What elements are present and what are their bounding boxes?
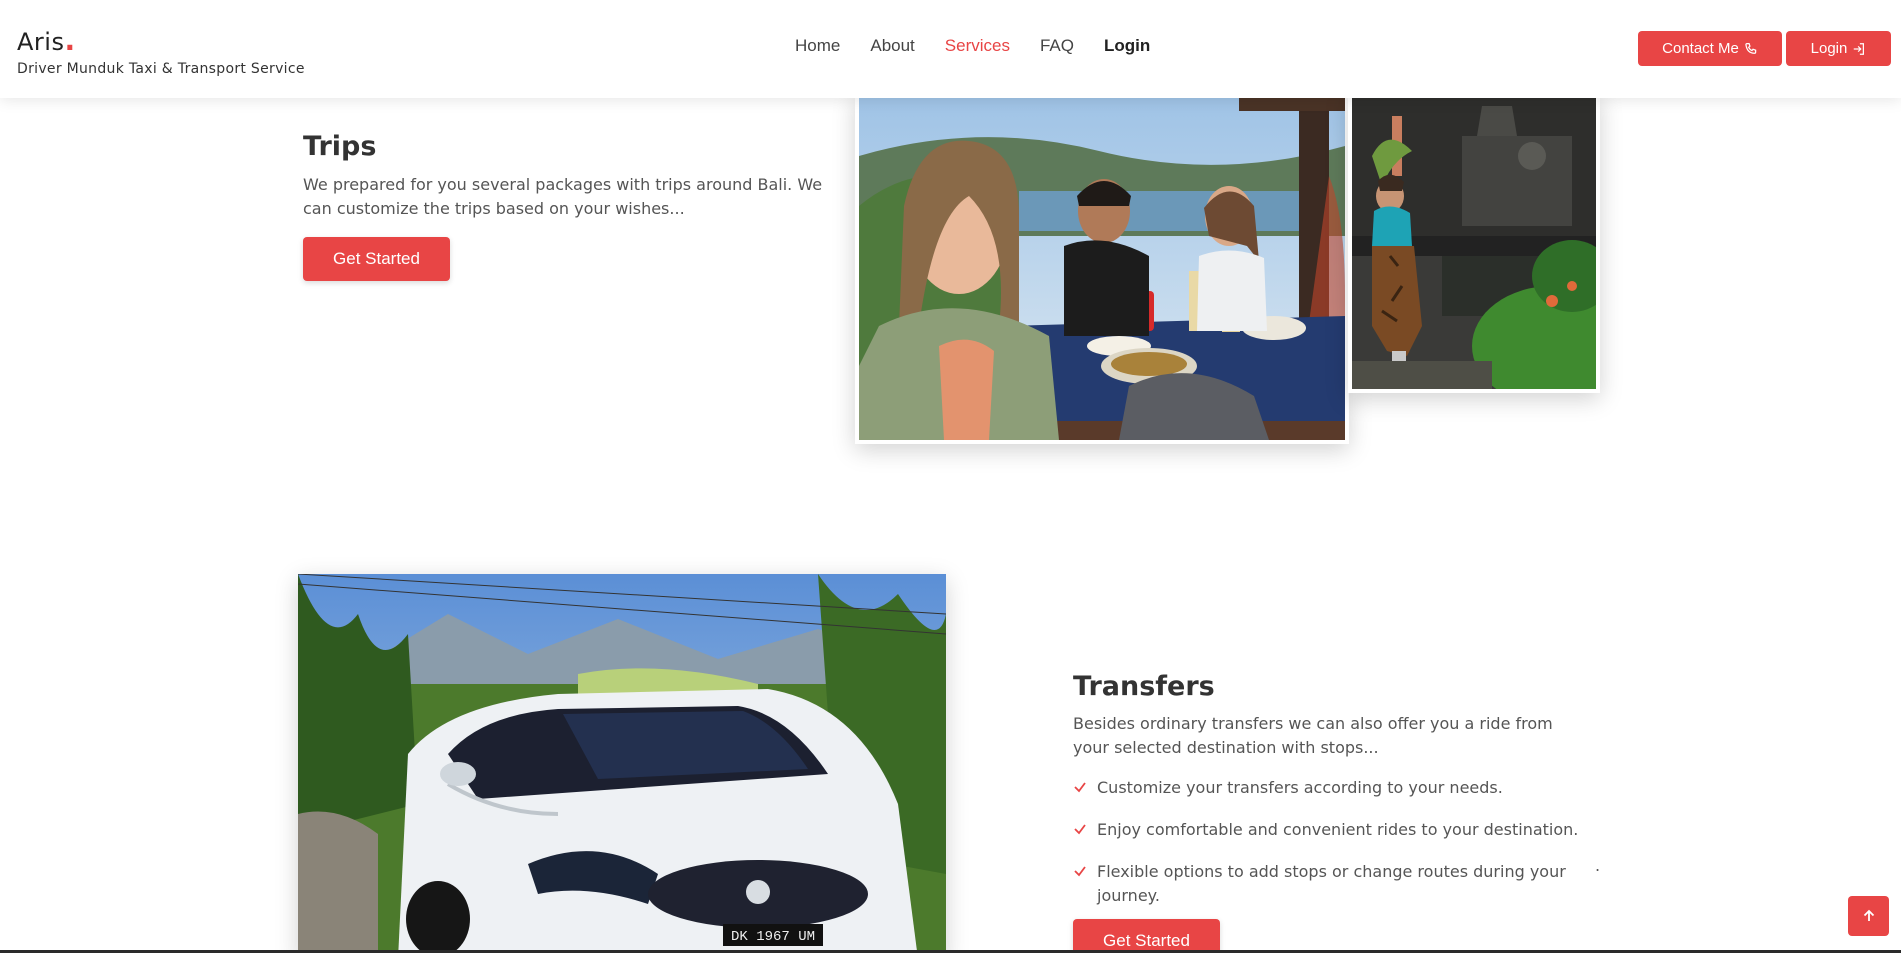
main-nav: Home About Services FAQ Login bbox=[795, 36, 1180, 56]
back-to-top-button[interactable] bbox=[1848, 896, 1889, 936]
check-icon bbox=[1073, 776, 1089, 802]
check-icon bbox=[1073, 860, 1089, 908]
transfers-photo-car: DK 1967 UM bbox=[298, 574, 946, 953]
login-label: Login bbox=[1810, 40, 1848, 57]
brand-dot: . bbox=[64, 24, 76, 57]
stray-mark: . bbox=[1595, 856, 1601, 875]
arrow-up-icon bbox=[1863, 909, 1874, 921]
nav-login[interactable]: Login bbox=[1104, 36, 1150, 56]
list-item: Customize your transfers according to yo… bbox=[1073, 776, 1593, 802]
trips-get-started-button[interactable]: Get Started bbox=[303, 237, 450, 281]
nav-home[interactable]: Home bbox=[795, 36, 840, 56]
contact-me-button[interactable]: Contact Me bbox=[1638, 31, 1782, 66]
transfers-get-started-button[interactable]: Get Started bbox=[1073, 919, 1220, 953]
trips-description: We prepared for you several packages wit… bbox=[303, 175, 823, 218]
feature-text: Flexible options to add stops or change … bbox=[1097, 862, 1566, 905]
transfers-feature-list: Customize your transfers according to yo… bbox=[1073, 776, 1593, 924]
brand[interactable]: Aris. Driver Munduk Taxi & Transport Ser… bbox=[17, 24, 305, 77]
trips-heading: Trips bbox=[303, 131, 377, 162]
brand-name: Aris bbox=[17, 28, 65, 56]
plate-text: DK 1967 UM bbox=[731, 929, 815, 945]
check-icon bbox=[1073, 818, 1089, 844]
transfers-description: Besides ordinary transfers we can also o… bbox=[1073, 714, 1553, 757]
nav-services[interactable]: Services bbox=[945, 36, 1010, 56]
trips-photo-group-selfie bbox=[855, 92, 1349, 444]
car-image: DK 1967 UM bbox=[298, 574, 946, 953]
brand-tagline: Driver Munduk Taxi & Transport Service bbox=[17, 61, 305, 77]
phone-icon bbox=[1745, 42, 1757, 54]
login-button[interactable]: Login bbox=[1786, 31, 1891, 66]
nav-faq[interactable]: FAQ bbox=[1040, 36, 1074, 56]
feature-text: Customize your transfers according to yo… bbox=[1097, 778, 1503, 797]
site-header: Aris. Driver Munduk Taxi & Transport Ser… bbox=[0, 0, 1901, 98]
contact-me-label: Contact Me bbox=[1662, 40, 1739, 57]
transfers-heading: Transfers bbox=[1073, 671, 1215, 702]
group-selfie-image bbox=[859, 96, 1345, 440]
list-item: Flexible options to add stops or change … bbox=[1073, 860, 1593, 908]
trips-photo-temple bbox=[1348, 92, 1600, 393]
login-icon bbox=[1854, 42, 1865, 55]
nav-about[interactable]: About bbox=[870, 36, 914, 56]
temple-image bbox=[1352, 96, 1596, 389]
feature-text: Enjoy comfortable and convenient rides t… bbox=[1097, 820, 1579, 839]
list-item: Enjoy comfortable and convenient rides t… bbox=[1073, 818, 1593, 844]
